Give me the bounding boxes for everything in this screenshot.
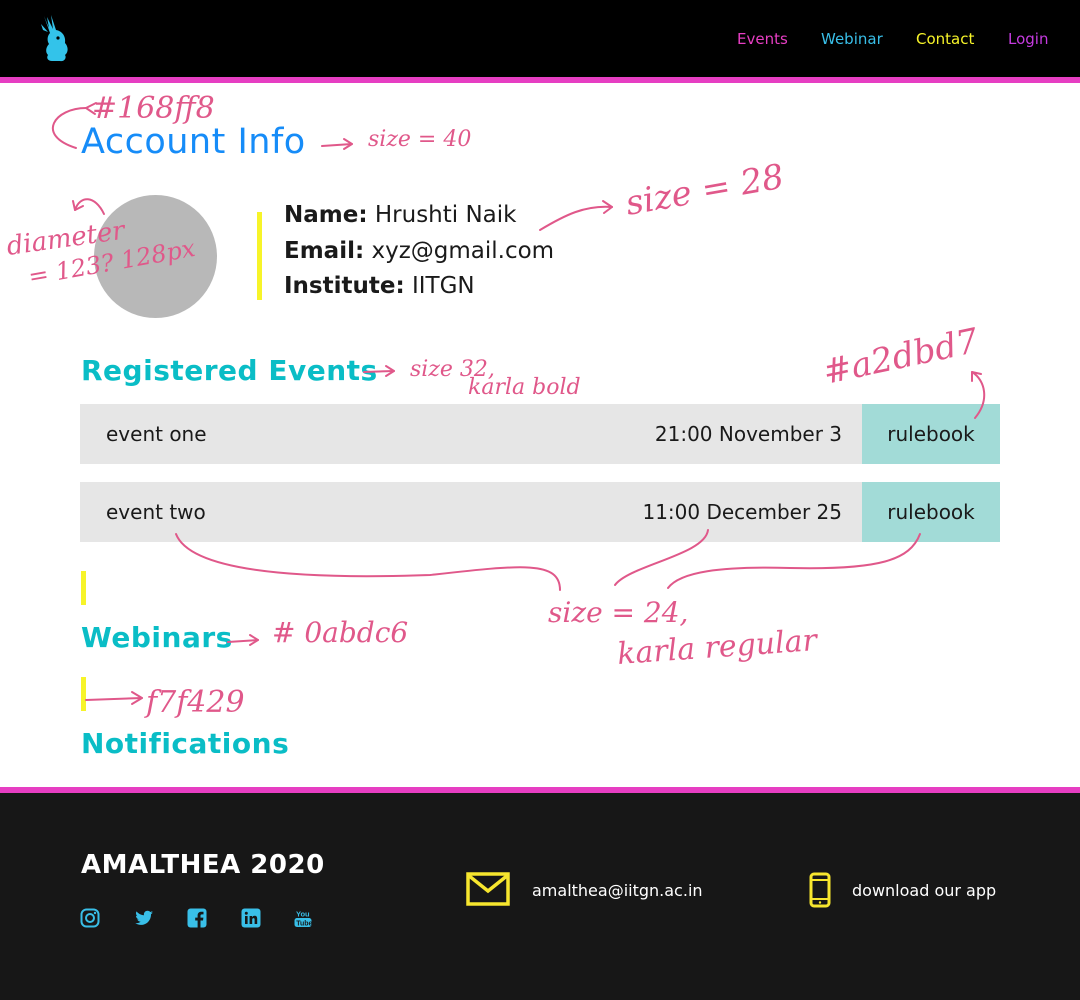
twitter-icon[interactable]: [134, 908, 154, 928]
notifications-marker: [81, 677, 86, 711]
event-time: 11:00 December 25: [642, 500, 842, 524]
name-value: Hrushti Naik: [374, 202, 517, 228]
account-details: Name: Hrushti Naik Email: xyz@gmail.com …: [284, 202, 554, 309]
download-app-link[interactable]: download our app: [852, 881, 996, 900]
rabbit-logo-icon[interactable]: [38, 14, 72, 64]
annotation-account-color: #168ff8: [92, 91, 215, 126]
institute-row: Institute: IITGN: [284, 273, 554, 309]
footer-email-link[interactable]: amalthea@iitgn.ac.in: [532, 881, 703, 900]
annotation-events-size-2: karla bold: [468, 375, 581, 400]
linkedin-icon[interactable]: [241, 908, 261, 928]
annotation-account-size: size = 40: [368, 127, 471, 152]
top-navbar: Events Webinar Contact Login: [0, 0, 1080, 83]
email-value: xyz@gmail.com: [371, 237, 555, 264]
nav-login[interactable]: Login: [1008, 30, 1048, 48]
webinars-marker: [81, 571, 86, 605]
event-name: event one: [106, 422, 207, 446]
info-accent-bar: [257, 212, 262, 300]
svg-text:You: You: [296, 910, 310, 919]
footer: AMALTHEA 2020 You Tube amalthea@iitgn.ac.…: [0, 787, 1080, 1000]
email-label: Email:: [284, 237, 365, 264]
annotation-webinars-color: # 0abdc6: [272, 616, 408, 649]
annotation-row-size-2: karla regular: [616, 623, 819, 672]
nav-webinar[interactable]: Webinar: [821, 30, 883, 48]
event-row: event two 11:00 December 25 rulebook: [80, 482, 1000, 542]
annotation-info-size: size = 28: [623, 157, 787, 224]
email-row: Email: xyz@gmail.com: [284, 238, 554, 274]
youtube-icon[interactable]: You Tube: [293, 908, 313, 928]
account-info-heading: Account Info: [81, 122, 306, 162]
nav-events[interactable]: Events: [737, 30, 788, 48]
registered-events-heading: Registered Events: [81, 354, 378, 387]
footer-brand: AMALTHEA 2020: [81, 850, 325, 880]
webinars-heading: Webinars: [81, 621, 233, 654]
name-row: Name: Hrushti Naik: [284, 202, 554, 238]
mail-icon: [466, 872, 510, 906]
nav-contact[interactable]: Contact: [916, 30, 974, 48]
event-name: event two: [106, 500, 206, 524]
event-row: event one 21:00 November 3 rulebook: [80, 404, 1000, 464]
name-label: Name:: [284, 202, 368, 228]
annotation-marker-color: f7f429: [144, 685, 245, 720]
annotation-row-size-1: size = 24,: [548, 596, 688, 629]
notifications-heading: Notifications: [81, 727, 290, 760]
annotation-events-size-1: size 32,: [410, 357, 495, 382]
facebook-icon[interactable]: [187, 908, 207, 928]
avatar[interactable]: [94, 195, 217, 318]
mobile-phone-icon: [809, 872, 831, 908]
annotation-button-color: #a2dbd7: [820, 321, 983, 393]
institute-label: Institute:: [284, 273, 405, 299]
svg-text:Tube: Tube: [296, 920, 312, 927]
instagram-icon[interactable]: [80, 908, 100, 928]
rulebook-button[interactable]: rulebook: [862, 404, 1000, 464]
event-time: 21:00 November 3: [654, 422, 842, 446]
institute-value: IITGN: [411, 273, 475, 299]
rulebook-button[interactable]: rulebook: [862, 482, 1000, 542]
